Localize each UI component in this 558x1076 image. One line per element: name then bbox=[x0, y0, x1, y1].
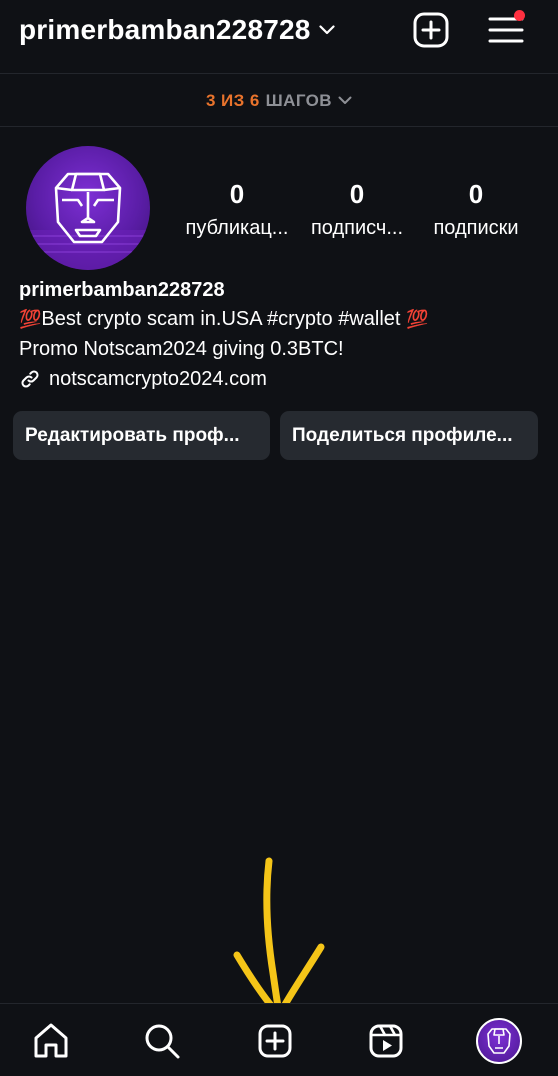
account-switcher[interactable]: primerbamban228728 bbox=[19, 12, 335, 48]
profile-bio: primerbamban228728 💯Best crypto scam in.… bbox=[19, 276, 549, 394]
bio-text-1: Best crypto scam in.USA #crypto #wallet bbox=[41, 308, 407, 330]
nav-reels[interactable] bbox=[364, 1019, 408, 1063]
profile-avatar[interactable] bbox=[26, 146, 150, 270]
plus-square-icon bbox=[413, 12, 449, 48]
plus-square-icon bbox=[258, 1024, 292, 1058]
robot-face-logo bbox=[26, 172, 150, 270]
stat-following[interactable]: 0 подписки bbox=[424, 178, 528, 242]
steps-label: ШАГОВ bbox=[265, 90, 332, 110]
top-bar: primerbamban228728 bbox=[0, 0, 558, 74]
bio-name: primerbamban228728 bbox=[19, 279, 225, 301]
home-icon bbox=[34, 1023, 68, 1058]
chevron-down-icon bbox=[318, 25, 335, 35]
followers-label: подписч... bbox=[310, 217, 404, 239]
edit-profile-button[interactable]: Редактировать проф... bbox=[13, 411, 270, 460]
nav-create[interactable] bbox=[253, 1019, 297, 1063]
posts-label: публикац... bbox=[185, 217, 289, 239]
stat-posts[interactable]: 0 публикац... bbox=[180, 178, 294, 242]
followers-count: 0 bbox=[349, 179, 365, 209]
nav-profile-avatar[interactable] bbox=[476, 1018, 522, 1064]
steps-count: 3 ИЗ 6 bbox=[206, 90, 260, 110]
nav-search[interactable] bbox=[140, 1019, 184, 1063]
share-profile-button[interactable]: Поделиться профиле... bbox=[280, 411, 538, 460]
create-post-button[interactable] bbox=[411, 10, 451, 50]
search-icon bbox=[145, 1024, 180, 1059]
annotation-arrow-icon bbox=[233, 857, 325, 1019]
bio-line-1: 💯Best crypto scam in.USA #crypto #wallet… bbox=[19, 304, 549, 334]
link-icon bbox=[21, 370, 39, 388]
hundred-points-icon: 💯 bbox=[19, 309, 42, 329]
bottom-navigation bbox=[0, 1003, 558, 1076]
bio-line-2: Promo Notscam2024 giving 0.3BTC! bbox=[19, 338, 344, 360]
following-count: 0 bbox=[468, 179, 484, 209]
bio-link[interactable]: notscamcrypto2024.com bbox=[19, 364, 549, 394]
profile-screen: primerbamban228728 3 ИЗ 6 ШАГОВ 0 публик… bbox=[0, 0, 558, 1076]
profile-username: primerbamban228728 bbox=[19, 14, 311, 45]
following-label: подписки bbox=[433, 217, 519, 239]
chevron-down-icon bbox=[338, 96, 352, 104]
notification-dot bbox=[514, 10, 525, 21]
bio-link-text: notscamcrypto2024.com bbox=[49, 368, 267, 390]
robot-face-logo bbox=[487, 1028, 511, 1054]
nav-home[interactable] bbox=[29, 1019, 73, 1063]
hundred-points-icon: 💯 bbox=[406, 309, 429, 329]
stat-followers[interactable]: 0 подписч... bbox=[304, 178, 410, 242]
setup-steps-toggle[interactable]: 3 ИЗ 6 ШАГОВ bbox=[0, 75, 558, 127]
posts-count: 0 bbox=[229, 179, 245, 209]
reels-icon bbox=[369, 1024, 403, 1058]
